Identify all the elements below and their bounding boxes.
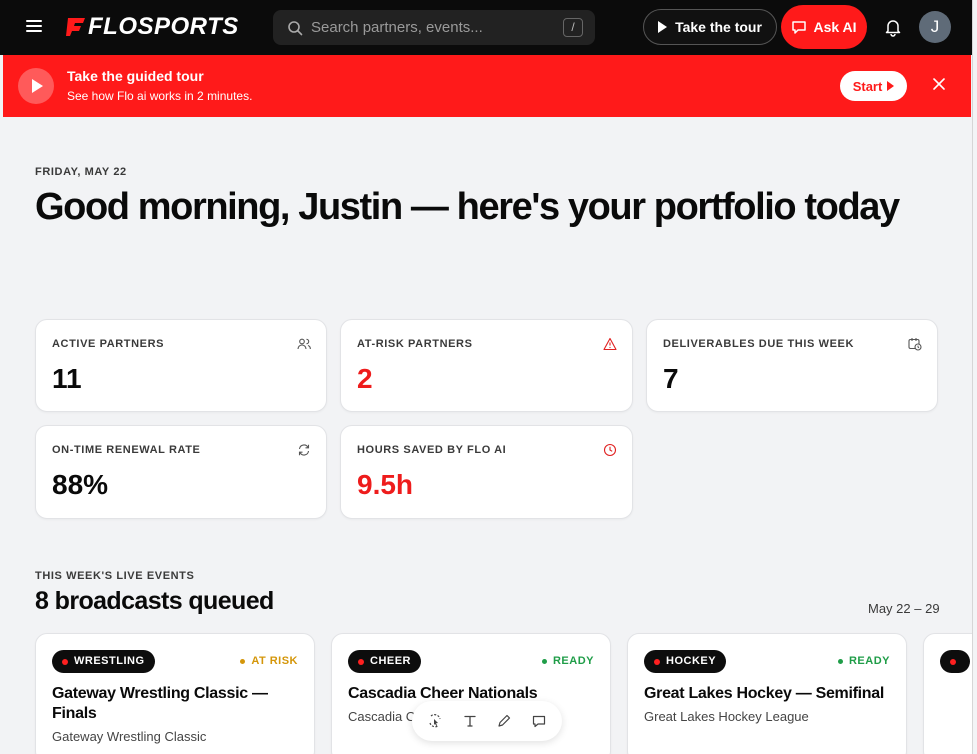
top-nav: FLOSPORTS Search partners, events... / T…	[0, 0, 972, 55]
events-date-range: May 22 – 29	[868, 601, 940, 616]
banner-title: Take the guided tour	[67, 68, 204, 84]
text-icon[interactable]	[462, 713, 478, 729]
status-badge: READY	[541, 655, 594, 667]
logo-text: FLOSPORTS	[88, 13, 239, 40]
avatar[interactable]: J	[919, 11, 951, 43]
select-cursor-icon[interactable]	[427, 713, 443, 729]
clock-icon	[603, 443, 617, 457]
play-icon	[887, 81, 895, 91]
event-card-wrestling[interactable]: WRESTLING AT RISK Gateway Wrestling Clas…	[35, 633, 315, 754]
search-shortcut-key: /	[563, 18, 583, 37]
event-title: Gateway Wrestling Classic — Finals	[52, 685, 268, 722]
flosports-logo[interactable]: FLOSPORTS	[66, 12, 239, 42]
close-icon[interactable]	[932, 77, 946, 91]
stat-value: 11	[52, 363, 82, 394]
stat-label: HOURS SAVED BY FLO AI	[357, 444, 507, 456]
events-kicker: THIS WEEK'S LIVE EVENTS	[35, 570, 195, 582]
event-league: Gateway Wrestling Classic	[52, 729, 207, 744]
comment-icon[interactable]	[531, 713, 547, 729]
stat-value: 9.5h	[357, 469, 414, 500]
event-league: Cascadia C	[348, 709, 416, 724]
chat-icon	[792, 21, 807, 34]
sport-badge: CHEER	[348, 650, 422, 673]
calendar-clock-icon	[908, 338, 922, 351]
stat-value: 7	[663, 363, 679, 394]
event-title: Great Lakes Hockey — Semifinal	[644, 685, 885, 702]
stat-card-active-partners[interactable]: ACTIVE PARTNERS 11	[35, 319, 327, 412]
event-card-partial[interactable]	[923, 633, 972, 754]
search-icon	[288, 20, 303, 35]
stat-label: ON-TIME RENEWAL RATE	[52, 444, 201, 456]
search-input[interactable]: Search partners, events... /	[273, 10, 595, 45]
play-icon	[658, 21, 668, 33]
stat-label: DELIVERABLES DUE THIS WEEK	[663, 338, 855, 350]
stat-label: AT-RISK PARTNERS	[357, 338, 473, 350]
stat-card-hours-saved[interactable]: HOURS SAVED BY FLO AI 9.5h	[340, 425, 633, 519]
search-placeholder: Search partners, events...	[311, 19, 483, 36]
ask-ai-label: Ask AI	[813, 19, 857, 35]
refresh-icon	[298, 444, 310, 456]
take-tour-label: Take the tour	[675, 19, 762, 35]
hamburger-menu-icon[interactable]	[26, 17, 48, 37]
page-title: Good morning, Justin — here's your portf…	[35, 186, 900, 228]
tour-play-button[interactable]	[18, 68, 54, 104]
stat-label: ACTIVE PARTNERS	[52, 338, 165, 350]
event-card-hockey[interactable]: HOCKEY READY Great Lakes Hockey — Semifi…	[627, 633, 907, 754]
event-league: Great Lakes Hockey League	[644, 709, 809, 724]
sport-badge: WRESTLING	[52, 650, 155, 673]
status-badge: READY	[837, 655, 890, 667]
users-icon	[297, 338, 311, 350]
stat-card-deliverables-due[interactable]: DELIVERABLES DUE THIS WEEK 7	[646, 319, 938, 412]
guided-tour-banner: Take the guided tour See how Flo ai work…	[3, 55, 971, 117]
stat-value: 88%	[52, 469, 109, 500]
start-tour-button[interactable]: Start	[840, 71, 907, 101]
sport-badge: HOCKEY	[644, 650, 727, 673]
sport-badge	[940, 650, 970, 673]
ask-ai-button[interactable]: Ask AI	[781, 5, 867, 49]
events-title: 8 broadcasts queued	[35, 587, 274, 615]
app-window: FLOSPORTS Search partners, events... / T…	[0, 0, 973, 754]
flo-mark-icon	[66, 18, 85, 36]
annotation-toolbar	[412, 701, 562, 741]
start-label: Start	[852, 78, 883, 94]
play-icon	[32, 79, 43, 93]
status-badge: AT RISK	[240, 655, 298, 667]
current-date: FRIDAY, MAY 22	[35, 166, 127, 178]
banner-subtitle: See how Flo ai works in 2 minutes.	[67, 89, 253, 103]
stat-card-at-risk-partners[interactable]: AT-RISK PARTNERS 2	[340, 319, 633, 412]
bell-icon[interactable]	[883, 17, 903, 37]
stat-card-renewal-rate[interactable]: ON-TIME RENEWAL RATE 88%	[35, 425, 327, 519]
pen-icon[interactable]	[496, 713, 512, 729]
warning-icon	[603, 337, 617, 351]
stat-value: 2	[357, 363, 373, 394]
take-tour-button[interactable]: Take the tour	[643, 9, 777, 45]
